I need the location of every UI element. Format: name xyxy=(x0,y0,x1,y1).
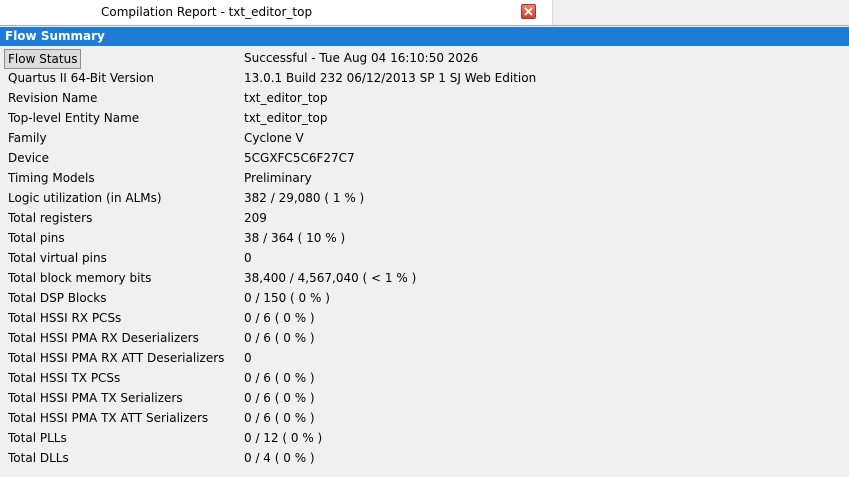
table-row[interactable]: Revision Name txt_editor_top xyxy=(4,88,849,108)
table-row[interactable]: Total DSP Blocks 0 / 150 ( 0 % ) xyxy=(4,288,849,308)
row-label: Logic utilization (in ALMs) xyxy=(8,191,162,205)
row-label: Total HSSI TX PCSs xyxy=(8,371,121,385)
close-icon[interactable] xyxy=(521,4,536,19)
row-value: txt_editor_top xyxy=(244,111,328,125)
row-label: Total virtual pins xyxy=(8,251,107,265)
row-label: Family xyxy=(8,131,47,145)
tab-compilation-report[interactable]: Compilation Report - txt_editor_top xyxy=(0,0,553,25)
row-label: Total PLLs xyxy=(8,431,67,445)
row-value: 0 xyxy=(244,251,252,265)
table-row[interactable]: Total pins 38 / 364 ( 10 % ) xyxy=(4,228,849,248)
row-value: 0 / 6 ( 0 % ) xyxy=(244,391,315,405)
row-label: Total HSSI PMA TX ATT Serializers xyxy=(8,411,209,425)
row-value: 0 / 6 ( 0 % ) xyxy=(244,311,315,325)
table-row[interactable]: Timing Models Preliminary xyxy=(4,168,849,188)
row-value: Successful - Tue Aug 04 16:10:50 2026 xyxy=(244,51,479,65)
row-value: 5CGXFC5C6F27C7 xyxy=(244,151,355,165)
row-label: Timing Models xyxy=(8,171,95,185)
row-value: 0 xyxy=(244,351,252,365)
table-row[interactable]: Top-level Entity Name txt_editor_top xyxy=(4,108,849,128)
table-row[interactable]: Total registers 209 xyxy=(4,208,849,228)
row-label: Total block memory bits xyxy=(8,271,152,285)
row-label: Flow Status xyxy=(4,49,82,69)
table-row[interactable]: Logic utilization (in ALMs) 382 / 29,080… xyxy=(4,188,849,208)
table-row[interactable]: Flow Status Successful - Tue Aug 04 16:1… xyxy=(4,48,849,69)
flow-summary-panel: Flow Summary Flow Status Successful - Tu… xyxy=(0,25,849,477)
table-row[interactable]: Quartus II 64-Bit Version 13.0.1 Build 2… xyxy=(4,68,849,88)
row-label: Total DSP Blocks xyxy=(8,291,107,305)
row-value: 0 / 6 ( 0 % ) xyxy=(244,331,315,345)
row-value: 0 / 12 ( 0 % ) xyxy=(244,431,323,445)
row-value: 0 / 6 ( 0 % ) xyxy=(244,411,315,425)
row-label: Total DLLs xyxy=(8,451,69,465)
row-label: Total registers xyxy=(8,211,93,225)
row-value: 0 / 4 ( 0 % ) xyxy=(244,451,315,465)
table-row[interactable]: Family Cyclone V xyxy=(4,128,849,148)
row-value: 38,400 / 4,567,040 ( < 1 % ) xyxy=(244,271,417,285)
row-label: Total pins xyxy=(8,231,65,245)
table-row[interactable]: Total HSSI PMA TX ATT Serializers 0 / 6 … xyxy=(4,408,849,428)
summary-table: Flow Status Successful - Tue Aug 04 16:1… xyxy=(4,48,849,468)
flow-summary-header: Flow Summary xyxy=(0,27,849,46)
table-row[interactable]: Total HSSI RX PCSs 0 / 6 ( 0 % ) xyxy=(4,308,849,328)
table-row[interactable]: Total PLLs 0 / 12 ( 0 % ) xyxy=(4,428,849,448)
row-label: Revision Name xyxy=(8,91,98,105)
table-row[interactable]: Total HSSI TX PCSs 0 / 6 ( 0 % ) xyxy=(4,368,849,388)
tab-title: Compilation Report - txt_editor_top xyxy=(101,5,313,19)
row-value: Cyclone V xyxy=(244,131,304,145)
table-row[interactable]: Device 5CGXFC5C6F27C7 xyxy=(4,148,849,168)
row-label: Top-level Entity Name xyxy=(8,111,140,125)
row-value: 38 / 364 ( 10 % ) xyxy=(244,231,346,245)
row-label: Total HSSI PMA TX Serializers xyxy=(8,391,183,405)
tab-bar: Compilation Report - txt_editor_top xyxy=(0,0,849,25)
table-row[interactable]: Total DLLs 0 / 4 ( 0 % ) xyxy=(4,448,849,468)
row-value: 382 / 29,080 ( 1 % ) xyxy=(244,191,365,205)
table-row[interactable]: Total block memory bits 38,400 / 4,567,0… xyxy=(4,268,849,288)
table-row[interactable]: Total HSSI PMA RX ATT Deserializers 0 xyxy=(4,348,849,368)
row-label: Quartus II 64-Bit Version xyxy=(8,71,154,85)
row-label: Total HSSI RX PCSs xyxy=(8,311,122,325)
row-label: Total HSSI PMA RX ATT Deserializers xyxy=(8,351,225,365)
row-value: 13.0.1 Build 232 06/12/2013 SP 1 SJ Web … xyxy=(244,71,537,85)
row-label: Total HSSI PMA RX Deserializers xyxy=(8,331,199,345)
row-value: 0 / 6 ( 0 % ) xyxy=(244,371,315,385)
row-value: 209 xyxy=(244,211,267,225)
table-row[interactable]: Total HSSI PMA TX Serializers 0 / 6 ( 0 … xyxy=(4,388,849,408)
row-label: Device xyxy=(8,151,50,165)
row-value: txt_editor_top xyxy=(244,91,328,105)
row-value: 0 / 150 ( 0 % ) xyxy=(244,291,330,305)
table-row[interactable]: Total HSSI PMA RX Deserializers 0 / 6 ( … xyxy=(4,328,849,348)
row-value: Preliminary xyxy=(244,171,312,185)
table-row[interactable]: Total virtual pins 0 xyxy=(4,248,849,268)
